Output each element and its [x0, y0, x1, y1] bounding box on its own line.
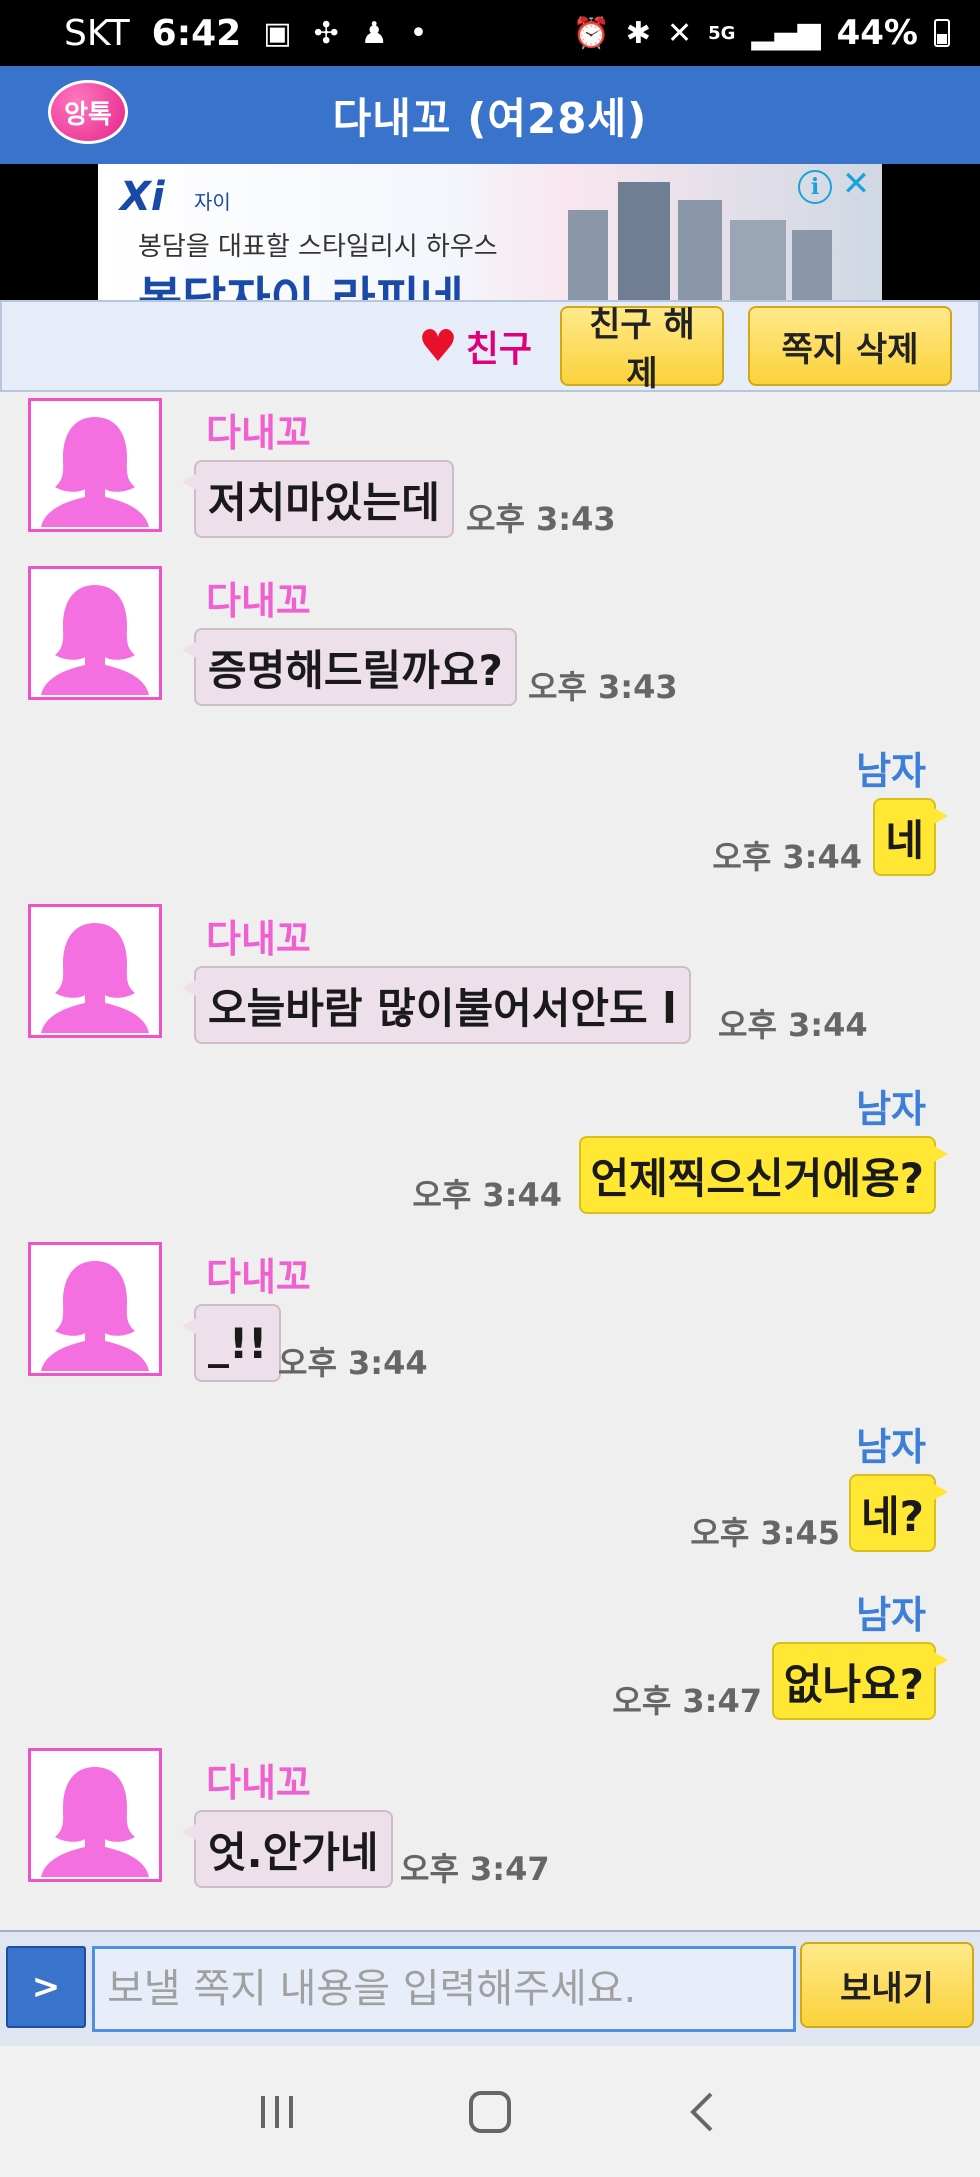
- heart-icon: ♥: [418, 320, 458, 372]
- gallery-icon: ▣: [263, 15, 292, 51]
- recent-apps-icon: [260, 2095, 293, 2128]
- app-logo[interactable]: 앙톡: [48, 80, 134, 150]
- app-header: 앙톡 다내꼬 (여28세): [0, 66, 980, 164]
- send-button[interactable]: 보내기: [800, 1942, 974, 2028]
- message-bubble[interactable]: 엇.안가네: [182, 1810, 393, 1888]
- female-avatar-icon: [41, 1767, 149, 1877]
- ad-info-icon[interactable]: i: [798, 170, 832, 204]
- avatar[interactable]: [28, 566, 162, 700]
- unfriend-button[interactable]: 친구 해제: [560, 305, 724, 394]
- home-button[interactable]: [450, 2072, 530, 2152]
- message-time: 오후 3:45: [690, 1514, 840, 1552]
- sender-name: 남자: [856, 1593, 926, 1637]
- action-bar: ♥ 친구 친구 해제 쪽지 삭제: [0, 300, 980, 394]
- message-time: 오후 3:44: [412, 1176, 562, 1214]
- battery-level: 44%: [836, 13, 918, 53]
- sender-name: 남자: [856, 749, 926, 793]
- message-time: 오후 3:44: [712, 838, 862, 876]
- ad-subtitle: 봉담을 대표할 스타일리시 하우스: [138, 232, 498, 262]
- ad-banner[interactable]: Xi 자이 봉담을 대표할 스타일리시 하우스 봉담자이 라피네 i ✕: [98, 164, 882, 300]
- ad-brand-sub: 자이: [194, 190, 231, 214]
- message-time: 오후 3:44: [718, 1006, 868, 1044]
- female-avatar-icon: [41, 1261, 149, 1371]
- message-bubble[interactable]: _!!: [181, 1304, 282, 1382]
- ad-strip: Xi 자이 봉담을 대표할 스타일리시 하우스 봉담자이 라피네 i ✕: [0, 164, 980, 300]
- alarm-icon: ⏰: [572, 15, 610, 51]
- sender-name: 남자: [856, 1425, 926, 1469]
- dot-icon: •: [409, 15, 428, 51]
- ad-building-image: [792, 230, 832, 300]
- female-avatar-icon: [41, 923, 149, 1033]
- recent-apps-button[interactable]: [237, 2072, 317, 2152]
- ad-headline: 봉담자이 라피네: [138, 272, 464, 300]
- female-avatar-icon: [41, 585, 149, 695]
- message-time: 오후 3:43: [466, 500, 616, 538]
- sender-name: 다내꼬: [206, 917, 311, 961]
- sender-name: 다내꼬: [206, 411, 311, 455]
- mute-icon: ✕: [666, 15, 693, 51]
- message-time: 오후 3:44: [278, 1344, 428, 1382]
- message-time: 오후 3:47: [612, 1682, 762, 1720]
- avatar[interactable]: [28, 904, 162, 1038]
- clock: 6:42: [151, 12, 242, 54]
- avatar[interactable]: [28, 1242, 162, 1376]
- friend-status: ♥ 친구: [418, 320, 532, 372]
- ad-building-image: [568, 210, 608, 300]
- ad-building-image: [618, 182, 670, 300]
- status-bar: SKT 6:42 ▣ ✣ ♟ • ⏰ ✱ ✕ 5G ▂▄▆ 44%: [0, 0, 980, 66]
- ad-building-image: [678, 200, 722, 300]
- sender-name: 다내꼬: [206, 1761, 311, 1805]
- avatar[interactable]: [28, 398, 162, 532]
- back-button[interactable]: [663, 2072, 743, 2152]
- chat-list[interactable]: 다내꼬 저치마있는데 오후 3:43 다내꼬 증명해드릴까요? 오후 3:43 …: [0, 394, 980, 1930]
- system-nav-bar: [0, 2046, 980, 2177]
- delete-message-button[interactable]: 쪽지 삭제: [748, 306, 952, 386]
- friend-label: 친구: [465, 329, 532, 370]
- message-time: 오후 3:43: [528, 668, 678, 706]
- carrier-label: SKT: [64, 12, 130, 54]
- ad-building-image: [730, 220, 786, 300]
- message-bubble[interactable]: 언제찍으신거에용?: [578, 1136, 949, 1214]
- app-notification-icon: ♟: [360, 15, 388, 51]
- fan-icon: ✣: [313, 15, 339, 51]
- sender-name: 다내꼬: [206, 1255, 311, 1299]
- avatar[interactable]: [28, 1748, 162, 1882]
- signal-icon: ▂▄▆: [751, 15, 821, 51]
- ad-close-icon[interactable]: ✕: [838, 164, 874, 204]
- message-bubble[interactable]: 네: [873, 798, 948, 876]
- network-label: 5G: [708, 22, 736, 44]
- message-time: 오후 3:47: [400, 1850, 550, 1888]
- message-bubble[interactable]: 없나요?: [771, 1642, 949, 1720]
- message-bubble[interactable]: 네?: [848, 1474, 949, 1552]
- battery-icon: [934, 19, 950, 47]
- message-input-bar: > 보내기: [0, 1930, 980, 2046]
- sender-name: 다내꼬: [206, 579, 311, 623]
- message-bubble[interactable]: 증명해드릴까요?: [182, 628, 517, 706]
- message-input[interactable]: [92, 1946, 796, 2032]
- expand-button[interactable]: >: [6, 1946, 86, 2028]
- bluetooth-icon: ✱: [625, 15, 651, 51]
- app-logo-text: 앙톡: [48, 80, 128, 144]
- sender-name: 남자: [856, 1087, 926, 1131]
- message-bubble[interactable]: 오늘바람 많이불어서안도 l: [182, 966, 691, 1044]
- message-bubble[interactable]: 저치마있는데: [182, 460, 454, 538]
- home-icon: [468, 2090, 511, 2133]
- back-icon: [690, 2092, 713, 2131]
- female-avatar-icon: [41, 417, 149, 527]
- page-title: 다내꼬 (여28세): [332, 93, 648, 143]
- ad-brand-logo: Xi: [120, 174, 165, 220]
